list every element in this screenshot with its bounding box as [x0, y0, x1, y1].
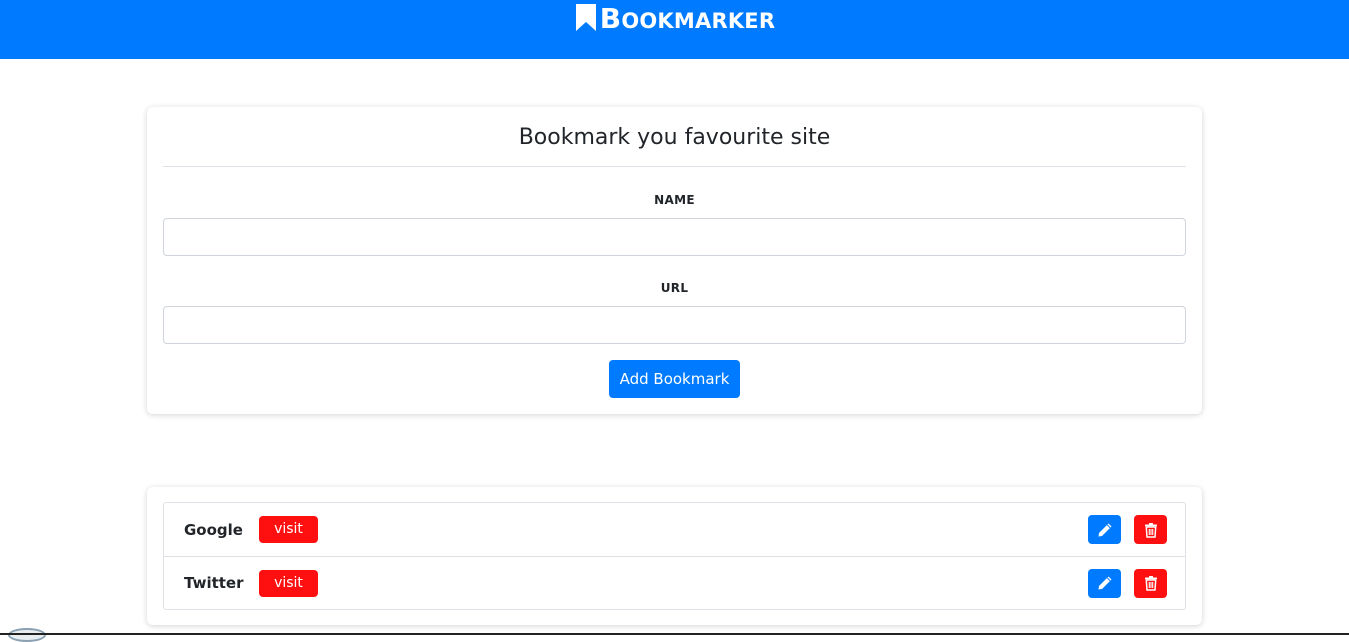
bookmarks-list: Google visit Twitter visit: [163, 502, 1186, 610]
list-item: Google visit: [164, 503, 1185, 556]
name-input[interactable]: [163, 218, 1186, 256]
brand-initial: B: [599, 2, 622, 35]
visit-button[interactable]: visit: [259, 516, 318, 543]
delete-button[interactable]: [1134, 568, 1167, 598]
url-label: URL: [660, 281, 689, 295]
name-label: NAME: [654, 193, 695, 207]
trash-icon: [1144, 576, 1157, 591]
bookmark-form-card: Bookmark you favourite site NAME URL Add…: [147, 107, 1202, 414]
add-bookmark-button[interactable]: Add Bookmark: [609, 360, 740, 398]
edit-button[interactable]: [1088, 568, 1121, 598]
top-navbar: BOOKMARKER: [0, 0, 1349, 59]
pencil-icon: [1098, 523, 1111, 536]
bookmark-name: Google: [184, 520, 243, 539]
bookmark-icon: [575, 4, 596, 31]
floating-widget[interactable]: [8, 628, 46, 642]
brand-rest: OOKMARKER: [621, 9, 776, 33]
brand-name: BOOKMARKER: [600, 4, 775, 37]
visit-button[interactable]: visit: [259, 569, 318, 597]
delete-button[interactable]: [1134, 515, 1167, 544]
pencil-icon: [1098, 576, 1111, 590]
url-input[interactable]: [163, 306, 1186, 344]
brand-logo[interactable]: BOOKMARKER: [574, 4, 775, 37]
bookmarks-list-card: Google visit Twitter visit: [147, 487, 1202, 625]
form-title: Bookmark you favourite site: [163, 123, 1186, 167]
list-item: Twitter visit: [164, 556, 1185, 609]
trash-icon: [1144, 522, 1157, 538]
bookmark-name: Twitter: [184, 574, 244, 592]
edit-button[interactable]: [1088, 515, 1121, 544]
